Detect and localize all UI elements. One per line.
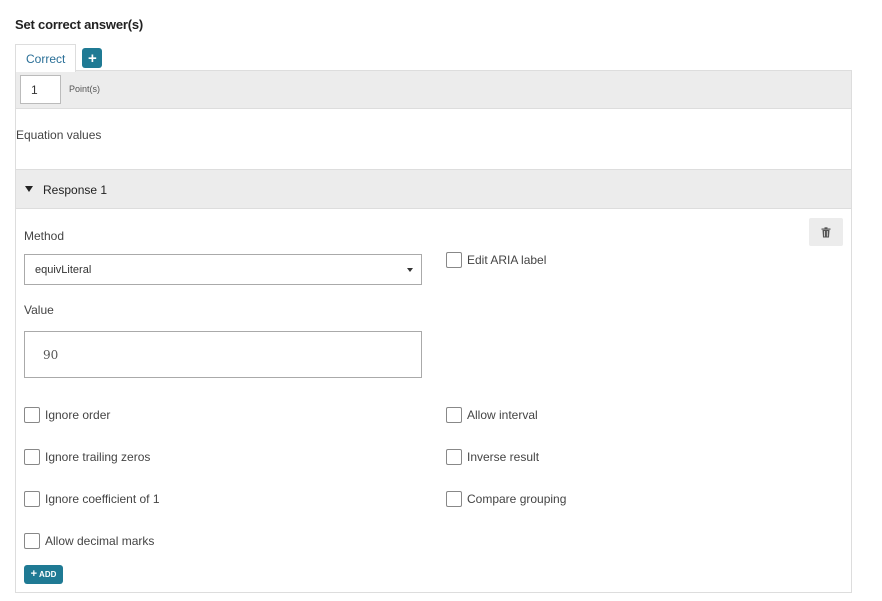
checkbox-label: Allow decimal marks bbox=[45, 534, 155, 548]
delete-response-button[interactable] bbox=[809, 218, 843, 246]
checkbox-box[interactable] bbox=[24, 533, 40, 549]
value-input[interactable]: 90 bbox=[24, 331, 422, 378]
answer-panel: 1 Point(s) Equation values Response 1 Me… bbox=[15, 70, 852, 593]
add-tab-button[interactable]: + bbox=[82, 48, 103, 68]
checkbox-box[interactable] bbox=[446, 252, 462, 268]
add-button[interactable]: + ADD bbox=[24, 565, 63, 584]
ignore-trailing-zeros-checkbox[interactable]: Ignore trailing zeros bbox=[24, 449, 150, 465]
method-label: Method bbox=[24, 229, 65, 243]
points-label: Point(s) bbox=[69, 84, 101, 94]
checkbox-box[interactable] bbox=[24, 491, 40, 507]
method-value: equivLiteral bbox=[35, 263, 92, 276]
checkbox-label: Ignore trailing zeros bbox=[45, 450, 151, 464]
response-header[interactable]: Response 1 bbox=[16, 169, 851, 209]
inverse-result-checkbox[interactable]: Inverse result bbox=[446, 449, 539, 465]
checkbox-box[interactable] bbox=[24, 407, 40, 423]
caret-down-icon bbox=[25, 186, 33, 192]
allow-interval-checkbox[interactable]: Allow interval bbox=[446, 407, 538, 423]
ignore-coefficient-checkbox[interactable]: Ignore coefficient of 1 bbox=[24, 491, 160, 507]
points-row: 1 Point(s) bbox=[16, 71, 851, 109]
checkbox-label: Ignore coefficient of 1 bbox=[45, 492, 160, 506]
checkbox-box[interactable] bbox=[446, 449, 462, 465]
response-title: Response 1 bbox=[43, 183, 108, 197]
plus-icon: + bbox=[87, 49, 97, 67]
points-input[interactable]: 1 bbox=[20, 75, 61, 104]
ignore-order-checkbox[interactable]: Ignore order bbox=[24, 407, 110, 423]
tab-correct[interactable]: Correct bbox=[15, 44, 77, 72]
method-select[interactable]: equivLiteral bbox=[24, 254, 422, 285]
checkbox-box[interactable] bbox=[446, 407, 462, 423]
checkbox-label: Ignore order bbox=[45, 408, 111, 422]
value-label: Value bbox=[24, 303, 54, 317]
plus-icon: + bbox=[30, 568, 38, 580]
checkbox-box[interactable] bbox=[446, 491, 462, 507]
edit-aria-label-checkbox[interactable]: Edit ARIA label bbox=[446, 252, 546, 268]
trash-icon bbox=[821, 226, 831, 237]
checkbox-label: Inverse result bbox=[467, 450, 540, 464]
checkbox-label: Compare grouping bbox=[467, 492, 567, 506]
checkbox-label: Allow interval bbox=[467, 408, 538, 422]
add-button-label: ADD bbox=[39, 570, 57, 579]
section-title: Set correct answer(s) bbox=[15, 17, 144, 32]
compare-grouping-checkbox[interactable]: Compare grouping bbox=[446, 491, 566, 507]
dropdown-arrow-icon bbox=[407, 268, 413, 272]
equation-values-label: Equation values bbox=[16, 128, 102, 142]
allow-decimal-marks-checkbox[interactable]: Allow decimal marks bbox=[24, 533, 154, 549]
answer-tabs: Correct + bbox=[15, 43, 103, 72]
checkbox-label: Edit ARIA label bbox=[467, 253, 547, 267]
checkbox-box[interactable] bbox=[24, 449, 40, 465]
